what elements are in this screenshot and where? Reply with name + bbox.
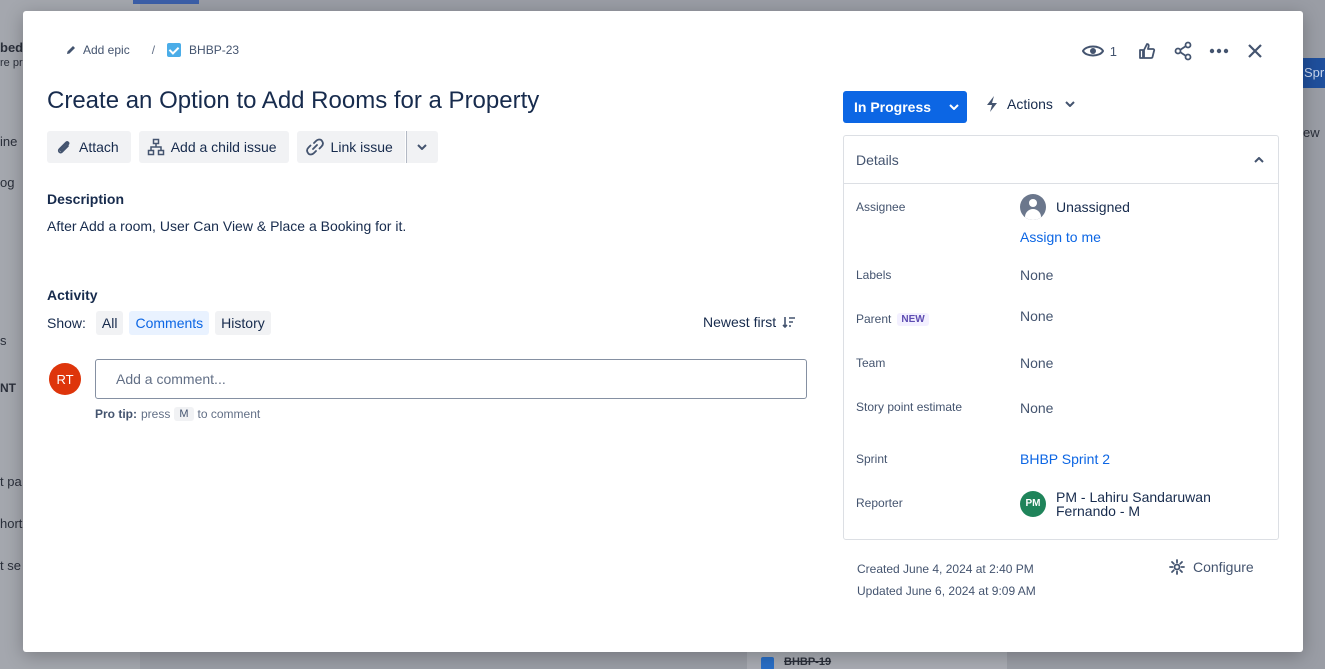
filter-all[interactable]: All (95, 311, 124, 335)
chevron-up-icon (1254, 156, 1264, 163)
attach-button[interactable]: Attach (47, 131, 131, 163)
issue-action-buttons: Attach Add a child issue Link issue (47, 131, 438, 163)
activity-heading: Activity (47, 287, 98, 303)
gear-icon (1169, 559, 1185, 575)
created-date: Created June 4, 2024 at 2:40 PM (857, 562, 1034, 576)
background-text: hort (0, 516, 23, 531)
description-text[interactable]: After Add a room, User Can View & Place … (47, 218, 406, 234)
watch-button[interactable]: 1 (1081, 43, 1117, 59)
description-heading: Description (47, 191, 125, 207)
background-issue-card: BHBP-19 (747, 652, 1007, 669)
sprint-label: Sprint (856, 452, 888, 466)
unassigned-avatar-icon (1020, 194, 1046, 220)
background-text: t se (0, 558, 21, 573)
watch-count: 1 (1109, 43, 1117, 59)
details-header[interactable]: Details (844, 136, 1278, 184)
status-dropdown[interactable]: In Progress (843, 91, 967, 123)
background-tab-indicator (133, 0, 199, 4)
filter-history[interactable]: History (215, 311, 271, 335)
story-icon (167, 43, 182, 57)
sort-icon (782, 317, 796, 328)
close-button[interactable] (1243, 39, 1267, 63)
assignee-field[interactable]: Unassigned (1020, 194, 1130, 220)
eye-icon (1081, 45, 1104, 57)
configure-button[interactable]: Configure (1169, 559, 1254, 575)
link-icon (305, 138, 324, 156)
activity-filters: Show: All Comments History (47, 311, 271, 335)
issue-modal: Add epic / BHBP-23 1 Create an Option to… (23, 11, 1303, 652)
share-icon (1174, 41, 1192, 61)
more-icon (1209, 48, 1229, 54)
actions-dropdown[interactable]: Actions (985, 95, 1075, 113)
team-label: Team (856, 356, 886, 370)
share-button[interactable] (1171, 39, 1195, 63)
breadcrumb-separator: / (151, 43, 156, 57)
details-panel: Details Assignee Unassigned Assign to me… (843, 135, 1279, 540)
story-point-value[interactable]: None (1020, 400, 1053, 416)
link-issue-button[interactable]: Link issue (296, 131, 405, 163)
modal-toolbar: 1 (1081, 39, 1267, 63)
chevron-down-icon (1065, 101, 1075, 107)
add-epic-link[interactable]: Add epic (83, 43, 130, 57)
background-text: t pa (0, 474, 22, 489)
add-child-issue-button[interactable]: Add a child issue (138, 131, 289, 163)
avatar: RT (49, 363, 81, 395)
issue-title[interactable]: Create an Option to Add Rooms for a Prop… (47, 87, 539, 115)
background-text: ew (1303, 125, 1320, 140)
link-issue-split-button: Link issue (296, 131, 438, 163)
sprint-link[interactable]: BHBP Sprint 2 (1020, 451, 1110, 467)
pro-tip: Pro tip: press M to comment (95, 407, 261, 421)
chevron-down-icon (949, 104, 959, 110)
labels-label: Labels (856, 268, 892, 282)
keyboard-shortcut: M (174, 407, 194, 421)
background-text: s (0, 333, 7, 348)
link-issue-dropdown[interactable] (405, 131, 438, 163)
avatar: PM (1020, 491, 1046, 517)
sort-toggle[interactable]: Newest first (703, 314, 796, 330)
show-label: Show: (47, 315, 86, 331)
checkbox-icon (761, 657, 774, 669)
thumbs-up-icon (1139, 43, 1156, 59)
filter-comments[interactable]: Comments (129, 311, 210, 335)
paperclip-icon (57, 141, 70, 154)
labels-value[interactable]: None (1020, 267, 1053, 283)
hierarchy-icon (147, 138, 164, 156)
comment-input[interactable] (95, 359, 807, 399)
assignee-label: Assignee (856, 200, 906, 214)
issue-key-link[interactable]: BHBP-23 (189, 43, 239, 57)
issue-dates: Created June 4, 2024 at 2:40 PM Updated … (857, 558, 1036, 602)
more-button[interactable] (1207, 39, 1231, 63)
pencil-icon (67, 46, 75, 54)
background-text: re pr (0, 57, 23, 69)
lightning-icon (987, 96, 997, 112)
like-button[interactable] (1135, 39, 1159, 63)
assign-to-me-link[interactable]: Assign to me (1020, 229, 1101, 245)
story-point-label: Story point estimate (856, 400, 963, 414)
chevron-down-icon (417, 144, 428, 150)
parent-value[interactable]: None (1020, 308, 1053, 324)
background-sprint-button: Sprin (1300, 58, 1325, 88)
background-text: og (0, 175, 15, 190)
close-icon (1248, 44, 1262, 58)
new-badge: NEW (897, 312, 929, 326)
team-value[interactable]: None (1020, 355, 1053, 371)
background-text: bed (0, 40, 24, 55)
breadcrumb: Add epic / BHBP-23 (65, 43, 239, 57)
background-text: NT (0, 381, 16, 395)
reporter-field[interactable]: PM PM - Lahiru Sandaruwan Fernando - M (1020, 490, 1211, 518)
background-text: ine (0, 134, 18, 149)
updated-date: Updated June 6, 2024 at 9:09 AM (857, 584, 1036, 598)
reporter-label: Reporter (856, 496, 903, 510)
parent-label: Parent NEW (856, 312, 929, 326)
